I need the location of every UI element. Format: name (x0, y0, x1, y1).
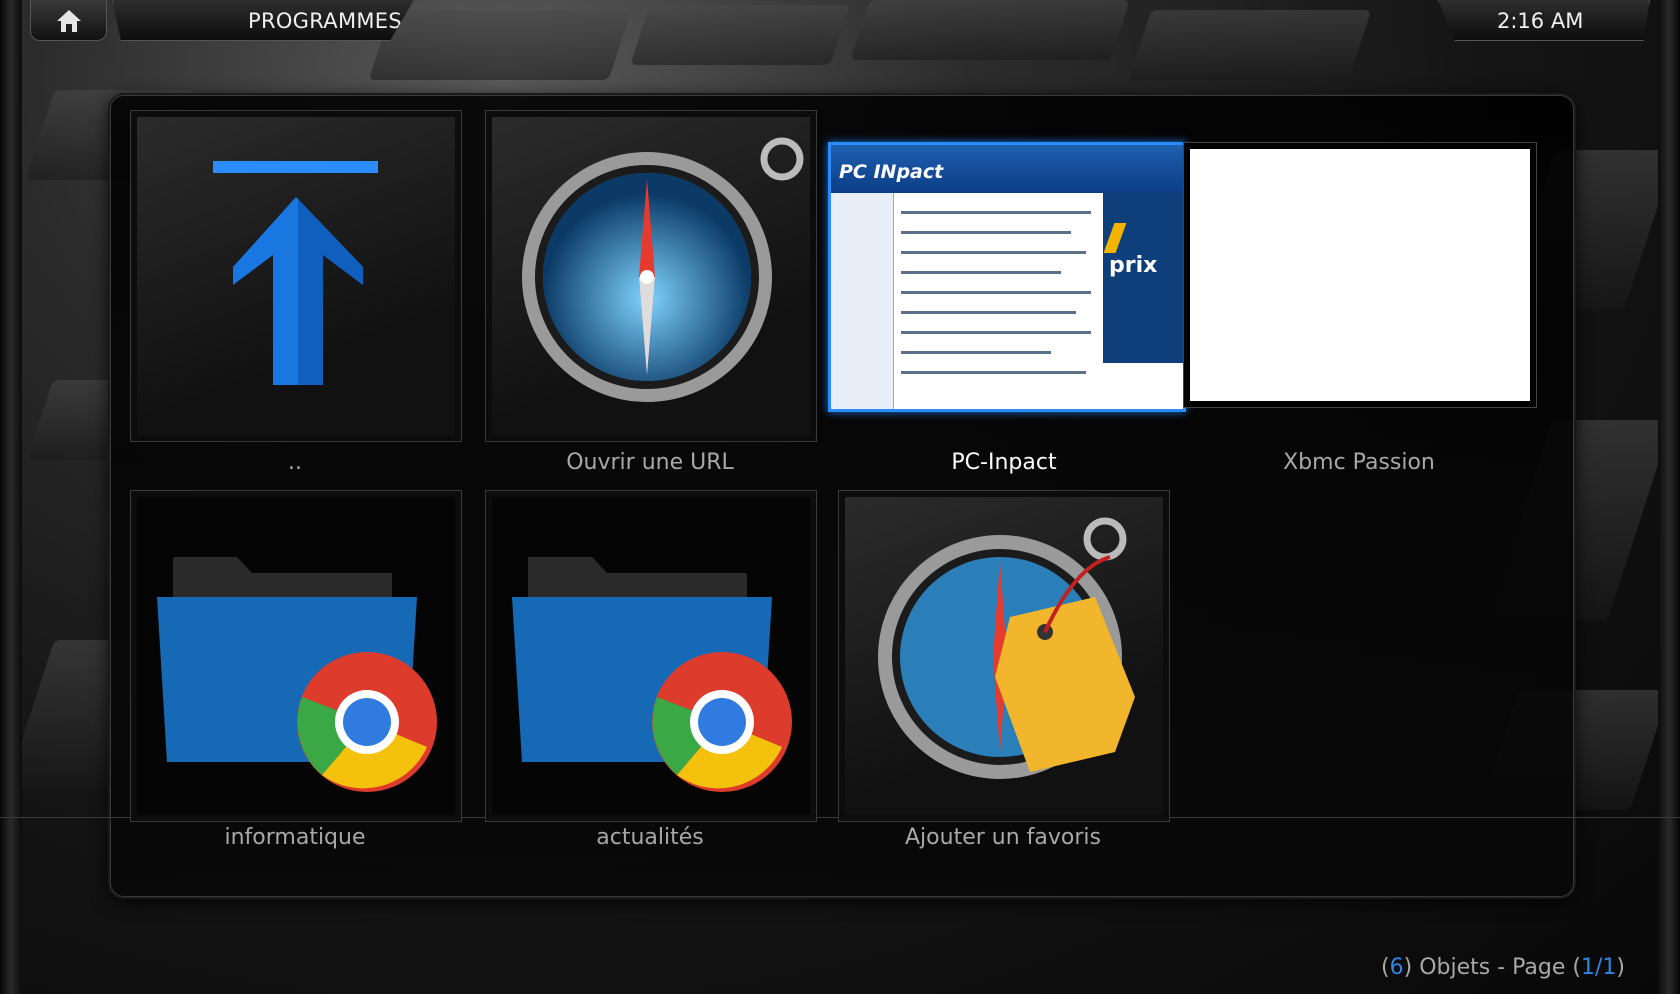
window-title-tab: PROGRAMMES (112, 0, 414, 41)
right-frame (1658, 0, 1680, 994)
paren-open: ( (1381, 955, 1390, 980)
page-title: PROGRAMMES (248, 9, 402, 33)
site-logo: PC INpact (839, 161, 944, 183)
folder-chrome-icon (157, 557, 437, 792)
tile-label: Ouvrir une URL (566, 450, 734, 475)
folder-chrome-icon (512, 557, 792, 792)
top-bar: PROGRAMMES 2:16 AM (30, 0, 1650, 42)
tile-label: Ajouter un favoris (905, 825, 1101, 850)
left-frame (0, 0, 22, 994)
clock: 2:16 AM (1497, 9, 1584, 33)
compass-icon (522, 137, 804, 402)
clock-tab: 2:16 AM (1438, 0, 1650, 41)
website-thumbnail (1183, 142, 1537, 408)
website-thumbnail: PC INpact prix (828, 142, 1186, 412)
home-button[interactable] (30, 0, 107, 41)
footer-text: ) Objets - Page ( (1403, 955, 1581, 980)
compass-tag-icon (878, 517, 1135, 779)
tile-label: PC-Inpact (951, 450, 1057, 475)
tile-label: .. (288, 450, 302, 475)
ad-text: prix (1109, 253, 1158, 278)
item-count: 6 (1389, 955, 1404, 980)
page-indicator: 1/1 (1581, 955, 1617, 980)
paren-close: ) (1616, 955, 1625, 980)
item-count-footer: (6) Objets - Page (1/1) (1381, 955, 1625, 980)
tile-label: Xbmc Passion (1283, 450, 1435, 475)
home-icon (57, 10, 81, 32)
up-arrow-icon (213, 161, 378, 385)
tile-label: actualités (596, 825, 704, 850)
tile-label: informatique (224, 825, 366, 850)
